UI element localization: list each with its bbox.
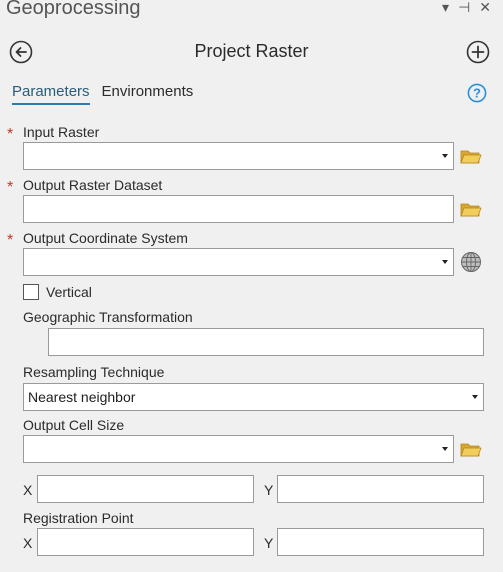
cell-size-x-label: X: [23, 482, 33, 498]
registration-x-label: X: [23, 535, 33, 551]
required-marker: *: [7, 232, 14, 249]
folder-icon: [460, 203, 482, 217]
output-raster-field[interactable]: [23, 195, 454, 223]
select-coordinate-system-button[interactable]: [460, 251, 482, 272]
output-raster-label: Output Raster Dataset: [23, 177, 163, 193]
output-cs-label: Output Coordinate System: [23, 230, 188, 246]
tab-strip: Parameters Environments: [12, 83, 193, 105]
cell-size-label: Output Cell Size: [23, 417, 125, 433]
chevron-down-icon[interactable]: [442, 260, 448, 264]
registration-y-label: Y: [264, 535, 274, 551]
folder-icon: [460, 150, 482, 164]
chevron-down-icon[interactable]: [442, 154, 448, 158]
input-raster-label: Input Raster: [23, 124, 100, 140]
globe-icon: [461, 252, 481, 272]
geo-transform-label: Geographic Transformation: [23, 309, 193, 325]
help-button[interactable]: ?: [467, 83, 487, 103]
svg-text:?: ?: [473, 86, 481, 101]
tab-parameters[interactable]: Parameters: [12, 83, 90, 105]
add-plus-icon: [466, 40, 490, 64]
registration-point-label: Registration Point: [23, 510, 134, 526]
required-marker: *: [7, 179, 14, 196]
pin-icon[interactable]: ⊣: [458, 0, 470, 14]
vertical-label: Vertical: [46, 284, 92, 300]
browse-output-raster-button[interactable]: [460, 199, 482, 219]
required-marker: *: [7, 126, 14, 143]
input-raster-field[interactable]: [23, 142, 454, 170]
chevron-down-icon[interactable]: [442, 447, 448, 451]
tab-environments[interactable]: Environments: [102, 83, 194, 105]
resampling-select[interactable]: Nearest neighbor: [23, 383, 484, 411]
help-question-icon: ?: [467, 83, 487, 103]
output-cs-field[interactable]: [23, 248, 454, 276]
cell-size-x-input[interactable]: [37, 475, 254, 503]
folder-icon: [460, 443, 482, 457]
add-button[interactable]: [466, 40, 490, 64]
cell-size-field[interactable]: [23, 435, 454, 463]
cell-size-y-label: Y: [264, 482, 274, 498]
cell-size-y-input[interactable]: [277, 475, 484, 503]
browse-cell-size-button[interactable]: [460, 439, 482, 459]
pane-options-chevron-icon[interactable]: ▾: [442, 0, 449, 14]
geo-transform-field[interactable]: [48, 328, 484, 356]
tool-title: Project Raster: [194, 41, 309, 61]
pane-title: Geoprocessing: [6, 0, 141, 19]
close-icon[interactable]: ✕: [479, 0, 491, 14]
browse-input-raster-button[interactable]: [460, 146, 482, 166]
registration-x-input[interactable]: [37, 528, 254, 556]
pane-controls: ▾ ⊣ ✕: [442, 0, 491, 14]
registration-y-input[interactable]: [277, 528, 484, 556]
vertical-checkbox[interactable]: [23, 284, 39, 300]
tool-header: Project Raster: [0, 38, 503, 68]
resampling-value: Nearest neighbor: [28, 389, 136, 405]
chevron-down-icon[interactable]: [472, 395, 478, 399]
resampling-label: Resampling Technique: [23, 364, 165, 380]
